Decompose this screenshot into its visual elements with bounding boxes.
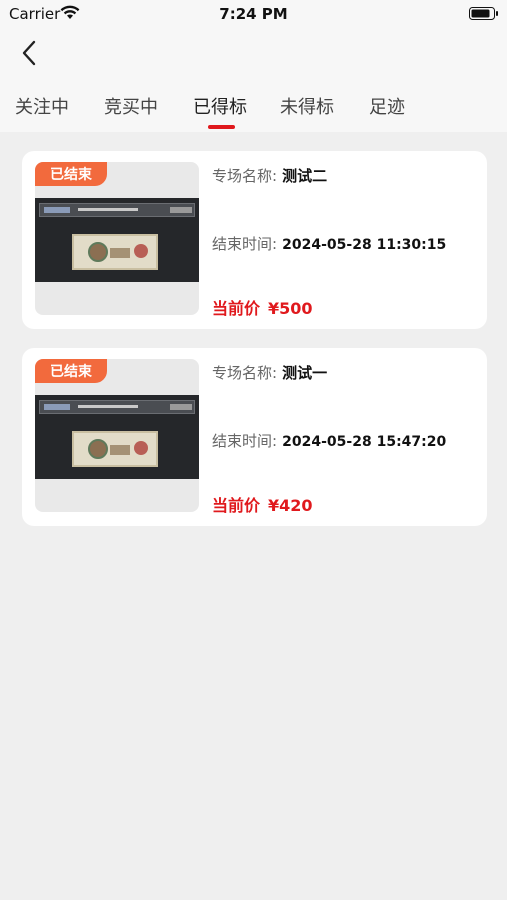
price-label: 当前价 <box>212 299 261 318</box>
price-row: 当前价 ¥500 <box>212 295 313 319</box>
tab-active-indicator <box>208 125 235 129</box>
session-name: 测试二 <box>282 167 328 185</box>
list-item[interactable]: 已结束 专场名称: 测试一 结束时间: 2024-05-28 15:47:20 … <box>22 348 487 526</box>
end-time-value: 2024-05-28 15:47:20 <box>282 434 447 450</box>
tab-won[interactable]: 已得标 <box>193 93 247 119</box>
session-name: 测试一 <box>282 364 328 382</box>
status-badge: 已结束 <box>35 359 107 383</box>
price-row: 当前价 ¥420 <box>212 492 313 516</box>
price-value: ¥500 <box>268 299 313 318</box>
tab-watching[interactable]: 关注中 <box>15 93 69 119</box>
clock: 7:24 PM <box>219 5 288 23</box>
price-value: ¥420 <box>268 496 313 515</box>
tab-lost[interactable]: 未得标 <box>280 93 334 119</box>
session-label: 专场名称: <box>212 167 278 185</box>
list-item[interactable]: 已结束 专场名称: 测试二 结束时间: 2024-05-28 11:30:15 … <box>22 151 487 329</box>
session-row: 专场名称: 测试一 <box>212 362 327 383</box>
chevron-left-icon <box>22 40 36 66</box>
back-button[interactable] <box>14 38 44 68</box>
end-time-row: 结束时间: 2024-05-28 15:47:20 <box>212 430 446 451</box>
status-bar: Carrier 7:24 PM <box>0 0 507 28</box>
end-time-label: 结束时间: <box>212 432 278 450</box>
tab-bar: 关注中 竞买中 已得标 未得标 足迹 <box>0 88 507 132</box>
status-badge: 已结束 <box>35 162 107 186</box>
tab-bidding[interactable]: 竞买中 <box>104 93 158 119</box>
battery-icon <box>469 7 498 20</box>
session-row: 专场名称: 测试二 <box>212 165 327 186</box>
tab-history[interactable]: 足迹 <box>369 93 405 119</box>
price-label: 当前价 <box>212 496 261 515</box>
session-label: 专场名称: <box>212 364 278 382</box>
header: Carrier 7:24 PM 关注中 竞买中 已得标 未得标 足迹 <box>0 0 507 132</box>
end-time-row: 结束时间: 2024-05-28 11:30:15 <box>212 233 446 254</box>
end-time-value: 2024-05-28 11:30:15 <box>282 237 447 253</box>
end-time-label: 结束时间: <box>212 235 278 253</box>
